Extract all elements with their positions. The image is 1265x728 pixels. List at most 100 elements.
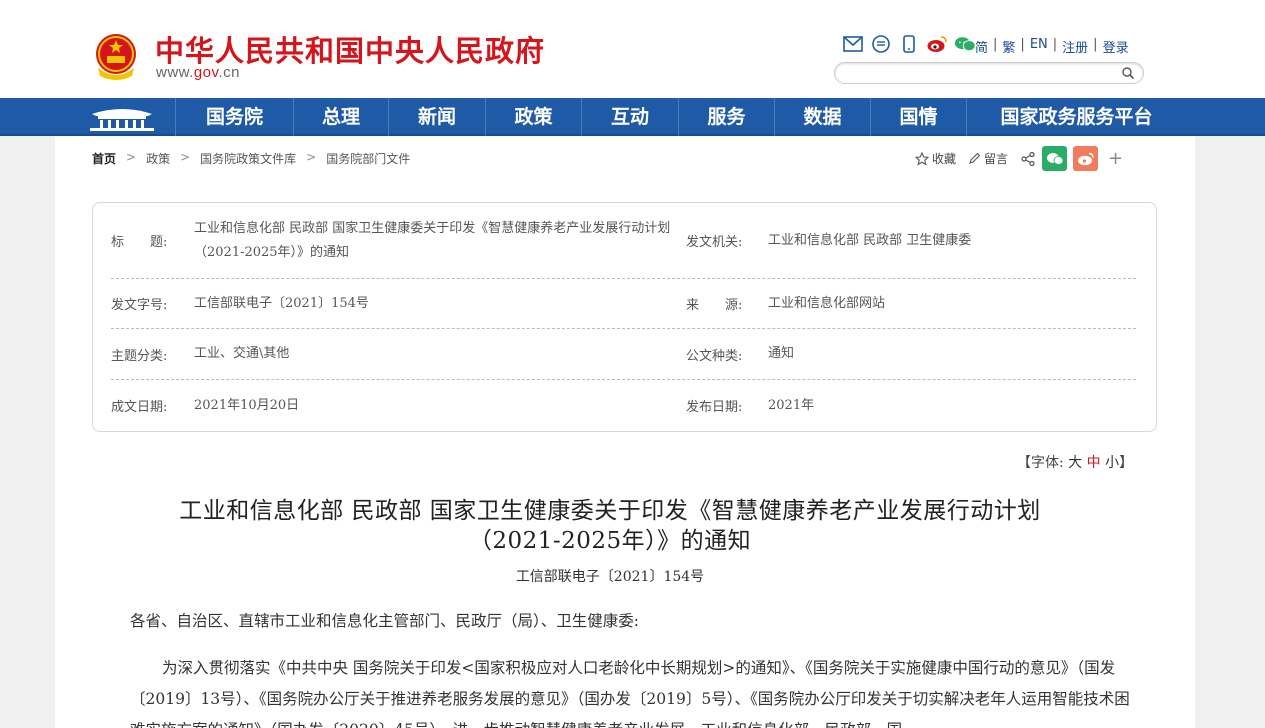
info-cell: 发文机关: xyxy=(686,203,742,278)
separator: | xyxy=(1052,37,1058,52)
info-cell: 发布日期: xyxy=(686,380,742,431)
pencil-icon xyxy=(969,152,981,164)
info-row-title: 标 题: 工业和信息化部 民政部 国家卫生健康委关于印发《智慧健康养老产业发展行… xyxy=(111,203,1136,279)
url-domain: gov xyxy=(193,64,219,81)
info-cell: 公文种类: xyxy=(686,329,742,379)
lang-traditional-link[interactable]: 繁 xyxy=(1002,37,1015,56)
separator: | xyxy=(1020,37,1025,52)
chevron-right-icon: > xyxy=(306,150,317,164)
docno-value: 工信部联电子〔2021〕154号 xyxy=(194,295,369,311)
wechat-share-icon[interactable] xyxy=(1042,146,1068,171)
info-cell: 发文字号: xyxy=(111,279,167,328)
info-row-topic: 主题分类: 工业、交通\其他 公文种类: 通知 xyxy=(111,329,1136,380)
search-box xyxy=(834,62,1144,84)
plus-icon[interactable]: + xyxy=(1108,148,1123,169)
nav-interaction[interactable]: 互动 xyxy=(581,98,678,136)
register-link[interactable]: 注册 xyxy=(1062,37,1088,56)
breadcrumb-policy-library[interactable]: 国务院政策文件库 xyxy=(200,150,296,167)
breadcrumb-home[interactable]: 首页 xyxy=(92,150,116,167)
font-size-small[interactable]: 小 xyxy=(1105,455,1119,471)
info-cell: 工业和信息化部网站 xyxy=(768,279,885,328)
info-cell: 工业和信息化部 民政部 卫生健康委 xyxy=(768,203,971,278)
chevron-right-icon: > xyxy=(126,150,137,164)
breadcrumb-department-docs[interactable]: 国务院部门文件 xyxy=(326,150,410,167)
share-icon[interactable] xyxy=(1020,151,1036,167)
font-size-prefix: 【字体: xyxy=(1017,455,1064,471)
info-cell: 工信部联电子〔2021〕154号 xyxy=(194,279,369,328)
doc-type-value: 通知 xyxy=(768,346,795,361)
nav-gov-service-platform[interactable]: 国家政务服务平台 xyxy=(966,98,1186,136)
info-cell: 工业、交通\其他 xyxy=(194,329,289,379)
article-paragraph: 为深入贯彻落实《中共中央 国务院关于印发<国家积极应对人口老龄化中长期规划>的通… xyxy=(130,659,1130,728)
font-size-large[interactable]: 大 xyxy=(1068,455,1082,471)
title-label: 标 题: xyxy=(111,235,168,250)
separator: | xyxy=(1093,37,1098,52)
collect-button[interactable]: 收藏 xyxy=(915,150,956,167)
title-value: 工业和信息化部 民政部 国家卫生健康委关于印发《智慧健康养老产业发展行动计划（2… xyxy=(194,220,671,260)
document-info-box: 标 题: 工业和信息化部 民政部 国家卫生健康委关于印发《智慧健康养老产业发展行… xyxy=(92,202,1157,432)
doc-type-label: 公文种类: xyxy=(686,348,743,364)
site-header: 中华人民共和国中央人民政府 www.gov.cn 简 | 繁 | EN | 注册 | 登… xyxy=(0,0,1265,98)
written-date-value: 2021年10月20日 xyxy=(194,397,300,413)
font-size-medium[interactable]: 中 xyxy=(1087,455,1101,471)
article-title-line2: （2021-2025年）》的通知 xyxy=(468,528,752,554)
url-prefix: www. xyxy=(156,64,194,81)
topic-value: 工业、交通\其他 xyxy=(194,346,290,361)
topic-label: 主题分类: xyxy=(111,348,168,364)
collect-label: 收藏 xyxy=(932,152,957,166)
publish-date-label: 发布日期: xyxy=(686,400,743,415)
issuer-value: 工业和信息化部 民政部 卫生健康委 xyxy=(768,232,972,248)
nav-state-council[interactable]: 国务院 xyxy=(175,98,293,136)
source-label: 来 源: xyxy=(686,298,743,313)
wechat-icon[interactable] xyxy=(954,34,976,54)
nav-national-info[interactable]: 国情 xyxy=(870,98,966,136)
info-cell: 工业和信息化部 民政部 国家卫生健康委关于印发《智慧健康养老产业发展行动计划（2… xyxy=(194,203,694,278)
chevron-right-icon: > xyxy=(180,150,191,164)
search-input[interactable] xyxy=(845,64,1125,84)
share-toolbar: 收藏 留言 + xyxy=(915,146,1123,171)
nav-premier[interactable]: 总理 xyxy=(293,98,388,136)
issuer-label: 发文机关: xyxy=(686,235,743,250)
info-cell: 标 题: xyxy=(111,203,167,278)
mail-icon[interactable] xyxy=(842,34,864,54)
info-cell: 来 源: xyxy=(686,279,742,328)
comment-label: 留言 xyxy=(984,152,1009,166)
article-salutation: 各省、自治区、直辖市工业和信息化主管部门、民政厅（局）、卫生健康委: xyxy=(130,612,639,630)
home-building-icon[interactable] xyxy=(88,102,156,132)
national-emblem-icon[interactable] xyxy=(92,32,140,82)
weibo-share-icon[interactable] xyxy=(1073,146,1099,171)
nav-news[interactable]: 新闻 xyxy=(388,98,485,136)
publish-date-value: 2021年 xyxy=(768,397,815,413)
top-links: 简 | 繁 | EN | 注册 | 登录 xyxy=(975,37,1129,56)
article-title: 工业和信息化部 民政部 国家卫生健康委关于印发《智慧健康养老产业发展行动计划 （… xyxy=(115,496,1105,556)
breadcrumb: 首页 > 政策 > 国务院政策文件库 > 国务院部门文件 xyxy=(92,150,410,167)
comment-button[interactable]: 留言 xyxy=(968,150,1008,167)
info-cell: 2021年10月20日 xyxy=(194,380,299,431)
nav-services[interactable]: 服务 xyxy=(678,98,774,136)
search-icon[interactable] xyxy=(1121,66,1135,80)
top-icons xyxy=(842,33,976,55)
breadcrumb-policy[interactable]: 政策 xyxy=(146,150,170,167)
weibo-icon[interactable] xyxy=(926,34,948,54)
site-url: www.gov.cn xyxy=(156,64,240,81)
font-size-control: 【字体: 大 中 小】 xyxy=(1017,452,1133,472)
info-row-dates: 成文日期: 2021年10月20日 发布日期: 2021年 xyxy=(111,380,1136,431)
source-value: 工业和信息化部网站 xyxy=(768,295,886,311)
lang-simplified-link[interactable]: 简 xyxy=(975,37,988,56)
news-feed-icon[interactable] xyxy=(870,34,892,54)
separator: | xyxy=(993,37,998,52)
article-title-line1: 工业和信息化部 民政部 国家卫生健康委关于印发《智慧健康养老产业发展行动计划 xyxy=(179,498,1041,524)
main-nav: 国务院 总理 新闻 政策 互动 服务 数据 国情 国家政务服务平台 xyxy=(0,98,1265,136)
info-cell: 成文日期: xyxy=(111,380,167,431)
info-cell: 通知 xyxy=(768,329,794,379)
article-doc-number: 工信部联电子〔2021〕154号 xyxy=(515,569,705,585)
info-cell: 主题分类: xyxy=(111,329,167,379)
info-cell: 2021年 xyxy=(768,380,814,431)
nav-policy[interactable]: 政策 xyxy=(485,98,581,136)
lang-english-link[interactable]: EN xyxy=(1030,37,1048,56)
font-size-suffix: 】 xyxy=(1119,455,1134,471)
mobile-icon[interactable] xyxy=(898,34,920,54)
written-date-label: 成文日期: xyxy=(111,400,168,415)
nav-data[interactable]: 数据 xyxy=(774,98,870,136)
login-link[interactable]: 登录 xyxy=(1103,37,1129,56)
